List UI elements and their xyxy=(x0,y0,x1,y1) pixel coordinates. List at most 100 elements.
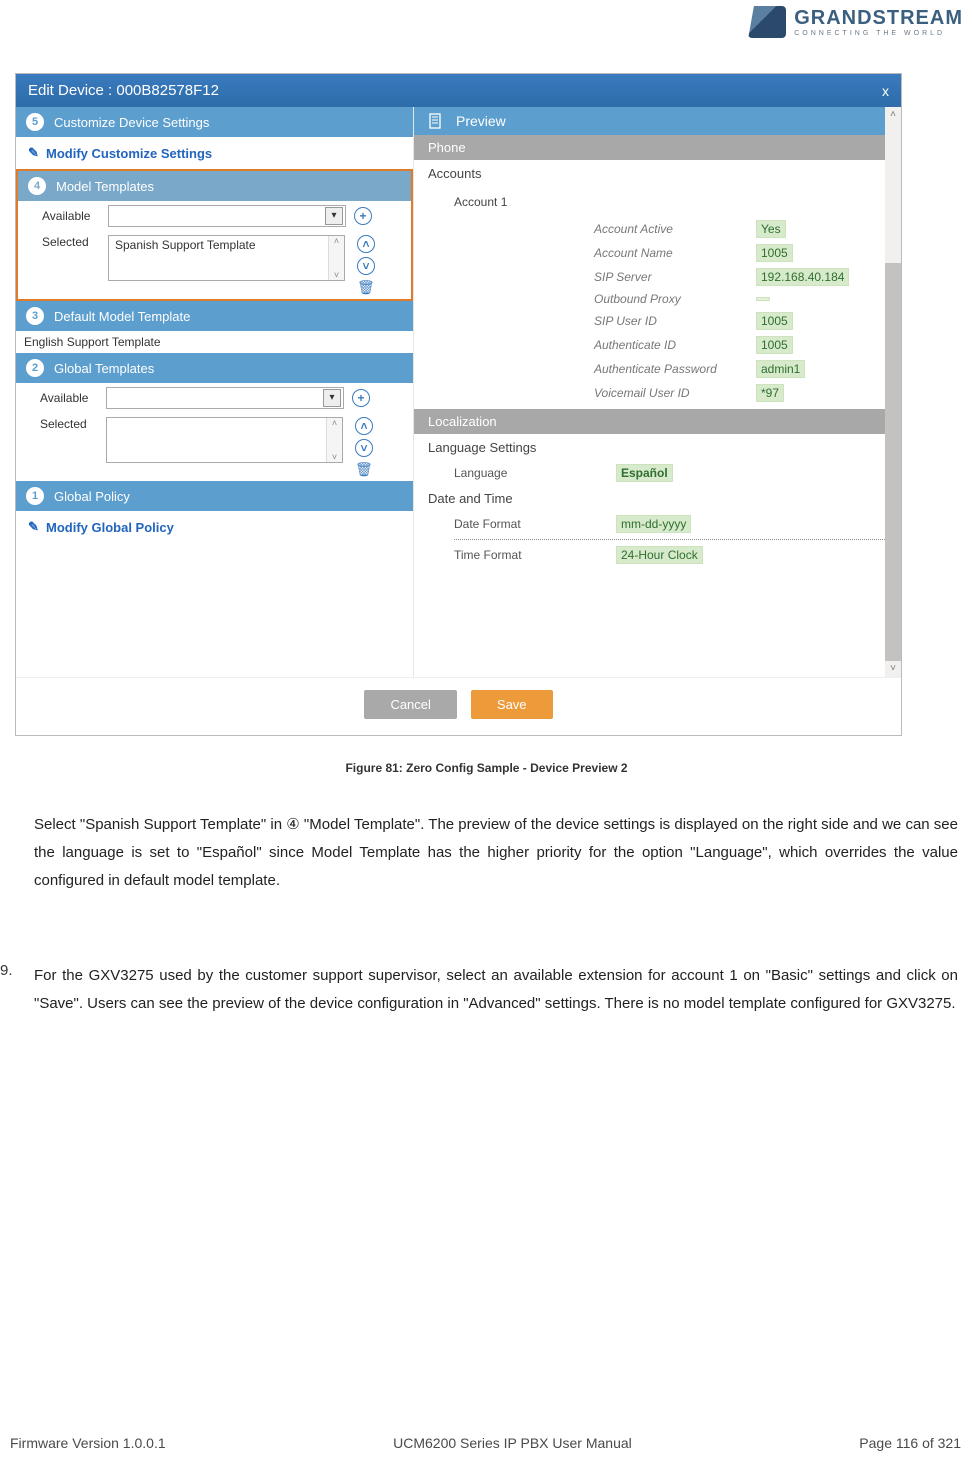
badge-1-icon: 1 xyxy=(26,487,44,505)
field-label: Authenticate ID xyxy=(594,338,756,352)
list-number: 9. xyxy=(0,962,13,979)
scroll-down-icon[interactable]: ˅ xyxy=(327,452,342,462)
figure-caption: Figure 81: Zero Config Sample - Device P… xyxy=(0,761,973,775)
section-label: Customize Device Settings xyxy=(54,115,209,130)
date-time-heading: Date and Time xyxy=(414,485,901,512)
document-icon xyxy=(428,113,444,129)
field-label: SIP User ID xyxy=(594,314,756,328)
phone-section-bar: Phone xyxy=(414,135,901,160)
field-value: Yes xyxy=(756,220,786,238)
field-value: mm-dd-yyyy xyxy=(616,515,691,533)
logo-tagline: CONNECTING THE WORLD xyxy=(794,30,963,37)
scroll-up-icon[interactable]: ˄ xyxy=(327,418,342,428)
section-model-templates[interactable]: 4 Model Templates xyxy=(18,171,411,201)
field-label: SIP Server xyxy=(594,270,756,284)
edit-device-dialog: Edit Device : 000B82578F12 x 5 Customize… xyxy=(15,73,902,736)
modify-global-policy-link[interactable]: ✎ Modify Global Policy xyxy=(16,511,413,543)
logo-brand-text: GRANDSTREAM xyxy=(794,7,963,30)
body-paragraph-2-text: For the GXV3275 used by the customer sup… xyxy=(34,962,958,1018)
chevron-down-icon[interactable]: ▾ xyxy=(325,207,343,225)
scroll-up-icon[interactable]: ˄ xyxy=(329,236,344,246)
body-paragraph-2: For the GXV3275 used by the customer sup… xyxy=(34,962,958,1018)
listbox-scrollbar[interactable]: ˄ ˅ xyxy=(326,418,342,462)
field-label: Date Format xyxy=(454,517,616,531)
listbox-scrollbar[interactable]: ˄ ˅ xyxy=(328,236,344,280)
preview-scrollbar[interactable]: ˄ ˅ xyxy=(885,107,901,677)
trash-icon[interactable]: 🗑 xyxy=(355,461,371,477)
selected-template-value: Spanish Support Template xyxy=(115,238,256,252)
dialog-button-row: Cancel Save xyxy=(16,677,901,735)
field-label: Language xyxy=(454,466,616,480)
account1-heading: Account 1 xyxy=(454,191,887,217)
footer-firmware: Firmware Version 1.0.0.1 xyxy=(10,1435,166,1451)
left-panel: 5 Customize Device Settings ✎ Modify Cus… xyxy=(16,107,414,677)
preview-title: Preview xyxy=(456,113,506,129)
available-label: Available xyxy=(42,209,100,223)
preview-header: Preview xyxy=(414,107,901,135)
field-label: Time Format xyxy=(454,548,616,562)
field-label: Authenticate Password xyxy=(594,362,756,376)
logo-mark-icon xyxy=(748,6,786,38)
section-label: Global Templates xyxy=(54,361,154,376)
section-customize-device[interactable]: 5 Customize Device Settings xyxy=(16,107,413,137)
field-value xyxy=(756,297,770,301)
badge-2-icon: 2 xyxy=(26,359,44,377)
field-value: 1005 xyxy=(756,244,793,262)
field-label: Account Active xyxy=(594,222,756,236)
field-value: 24-Hour Clock xyxy=(616,546,703,564)
move-down-icon[interactable]: ˅ xyxy=(357,257,375,275)
preview-panel: Preview Phone Accounts Account 1 Account… xyxy=(414,107,901,677)
field-value: Español xyxy=(616,464,673,482)
default-template-name: English Support Template xyxy=(16,331,413,353)
global-available-select[interactable]: ▾ xyxy=(106,387,344,409)
dotted-divider xyxy=(454,539,901,540)
save-button[interactable]: Save xyxy=(471,690,553,719)
body-paragraph-1: Select "Spanish Support Template" in ④ "… xyxy=(34,811,958,894)
footer-manual-title: UCM6200 Series IP PBX User Manual xyxy=(393,1435,632,1451)
modify-customize-link[interactable]: ✎ Modify Customize Settings xyxy=(16,137,413,169)
brand-logo: GRANDSTREAM CONNECTING THE WORLD xyxy=(748,6,963,38)
field-label: Outbound Proxy xyxy=(594,292,756,306)
scroll-up-icon[interactable]: ˄ xyxy=(885,107,901,123)
scroll-down-icon[interactable]: ˅ xyxy=(329,270,344,280)
global-selected-list[interactable]: ˄ ˅ xyxy=(106,417,343,463)
badge-3-icon: 3 xyxy=(26,307,44,325)
available-template-select[interactable]: ▾ xyxy=(108,205,346,227)
cancel-button[interactable]: Cancel xyxy=(364,690,456,719)
section-global-templates[interactable]: 2 Global Templates xyxy=(16,353,413,383)
pencil-icon: ✎ xyxy=(28,519,42,535)
add-icon[interactable]: + xyxy=(352,389,370,407)
move-up-icon[interactable]: ˄ xyxy=(355,417,373,435)
field-value: *97 xyxy=(756,384,784,402)
move-down-icon[interactable]: ˅ xyxy=(355,439,373,457)
field-value: admin1 xyxy=(756,360,805,378)
badge-4-icon: 4 xyxy=(28,177,46,195)
section-global-policy[interactable]: 1 Global Policy xyxy=(16,481,413,511)
field-value: 192.168.40.184 xyxy=(756,268,849,286)
chevron-down-icon[interactable]: ▾ xyxy=(323,389,341,407)
section-label: Global Policy xyxy=(54,489,130,504)
add-icon[interactable]: + xyxy=(354,207,372,225)
language-settings-heading: Language Settings xyxy=(414,434,901,461)
modify-customize-label: Modify Customize Settings xyxy=(46,146,212,161)
dialog-title: Edit Device : 000B82578F12 xyxy=(28,82,219,99)
section-label: Model Templates xyxy=(56,179,154,194)
section-default-model-template[interactable]: 3 Default Model Template xyxy=(16,301,413,331)
selected-label: Selected xyxy=(42,235,100,249)
close-icon[interactable]: x xyxy=(882,83,889,99)
field-label: Voicemail User ID xyxy=(594,386,756,400)
dialog-titlebar: Edit Device : 000B82578F12 x xyxy=(16,74,901,107)
modify-global-policy-label: Modify Global Policy xyxy=(46,520,174,535)
field-value: 1005 xyxy=(756,312,793,330)
selected-template-list[interactable]: Spanish Support Template ˄ ˅ xyxy=(108,235,345,281)
scroll-down-icon[interactable]: ˅ xyxy=(885,661,901,677)
badge-5-icon: 5 xyxy=(26,113,44,131)
footer-page-number: Page 116 of 321 xyxy=(859,1435,961,1451)
model-templates-highlight: 4 Model Templates Available ▾ + Selected… xyxy=(16,169,413,301)
section-label: Default Model Template xyxy=(54,309,190,324)
move-up-icon[interactable]: ˄ xyxy=(357,235,375,253)
available-label: Available xyxy=(40,391,98,405)
trash-icon[interactable]: 🗑 xyxy=(357,279,373,295)
scroll-thumb[interactable] xyxy=(885,263,901,661)
field-value: 1005 xyxy=(756,336,793,354)
